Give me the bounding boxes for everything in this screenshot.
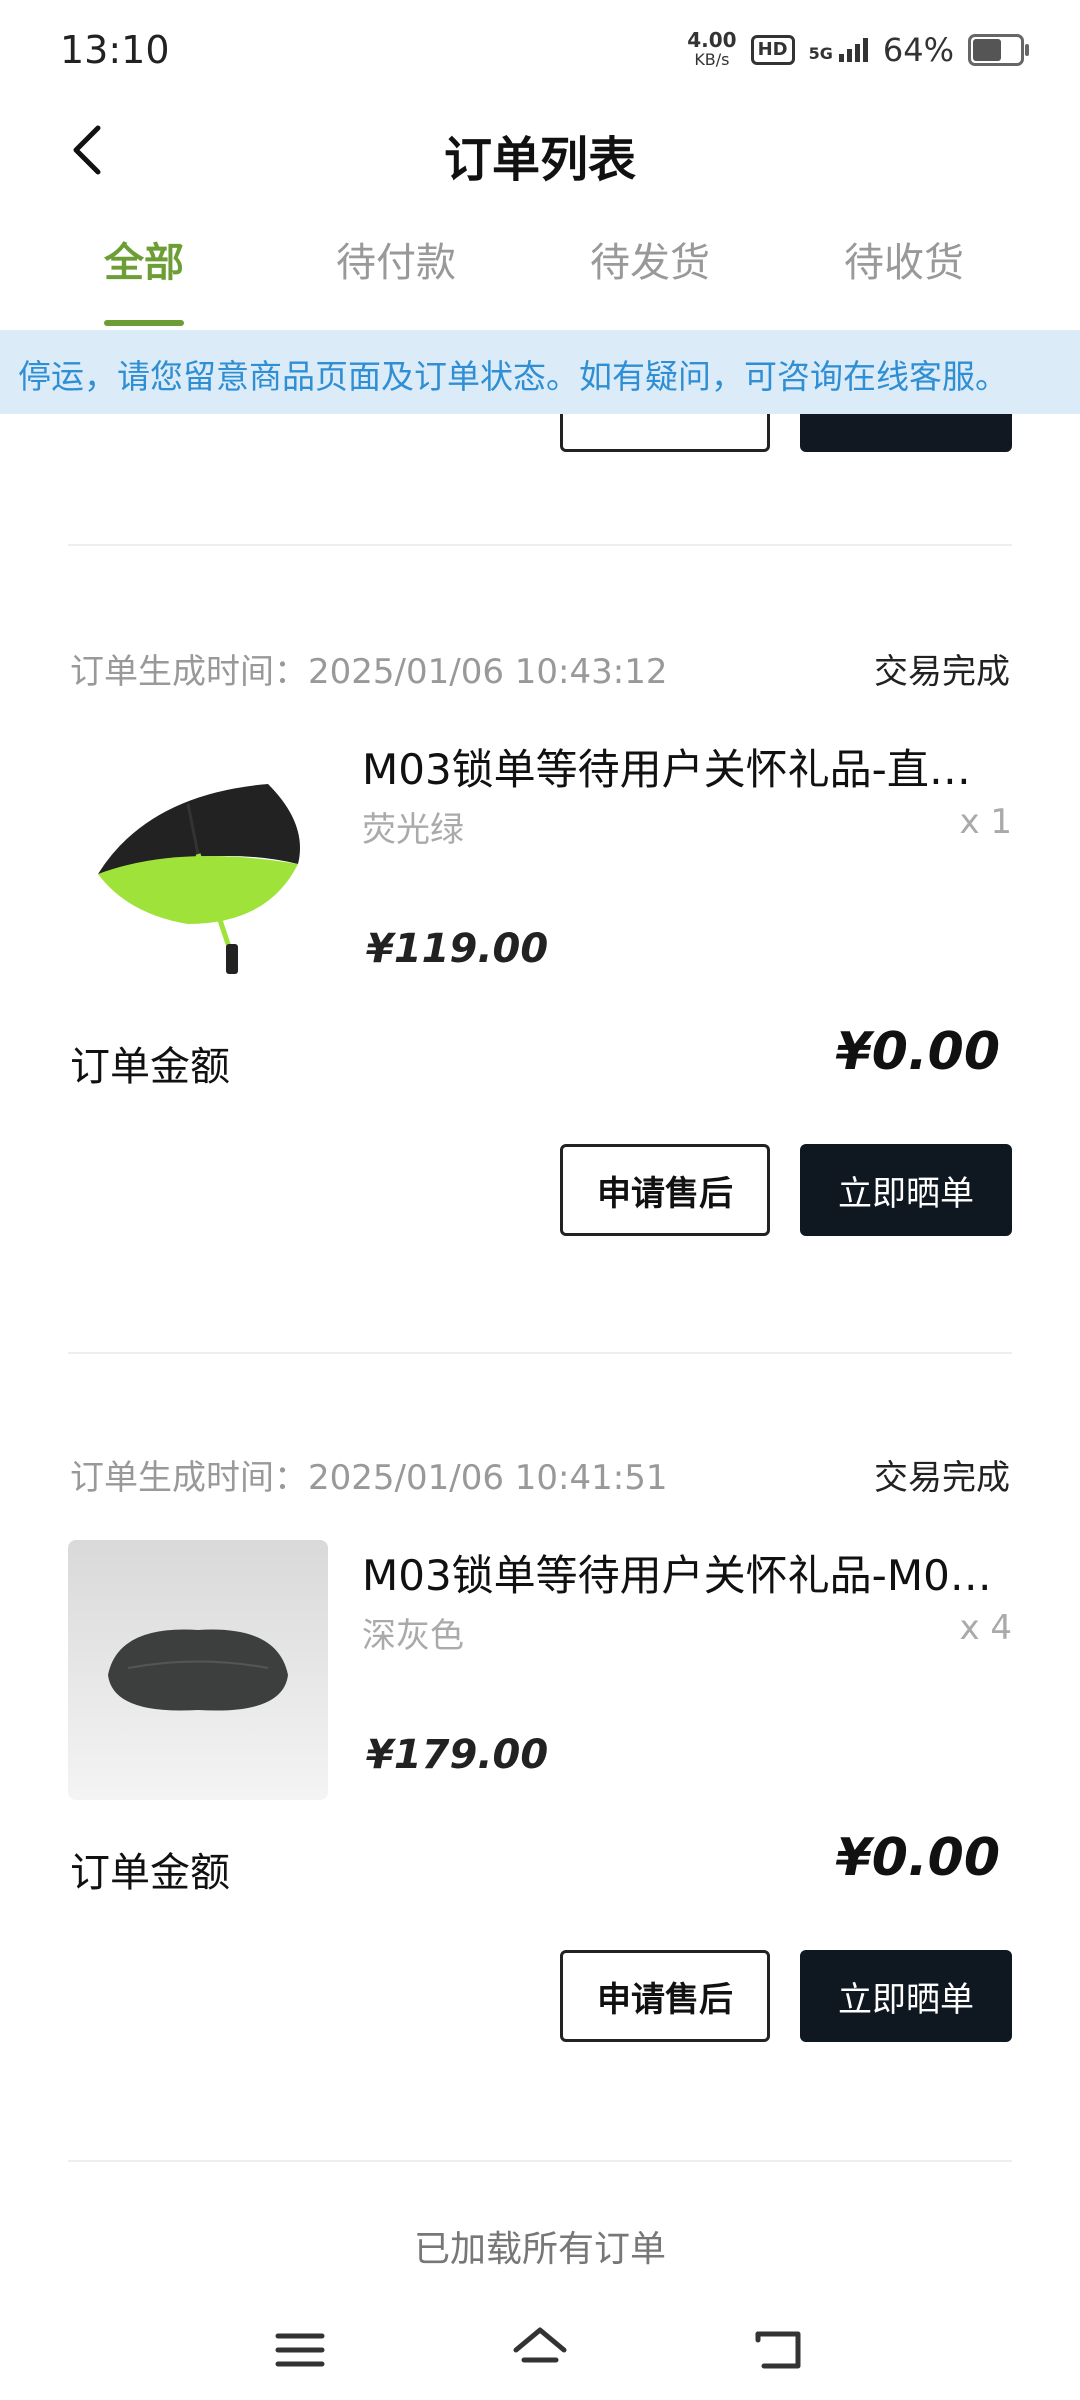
back-icon bbox=[755, 2331, 801, 2369]
order-amount-label: 订单金额 bbox=[70, 1850, 230, 1896]
share-order-button[interactable]: 立即晒单 bbox=[800, 1950, 1012, 2042]
order-tabs: 全部 待付款 待发货 待收货 bbox=[0, 220, 1080, 330]
network-speed: 4.00 KB/s bbox=[687, 30, 736, 70]
product-title[interactable]: M03锁单等待用户关怀礼品-M0… bbox=[362, 1542, 1012, 1603]
system-nav-bar bbox=[0, 2300, 1080, 2400]
order-time: 订单生成时间：2025/01/06 10:43:12 bbox=[70, 652, 668, 692]
home-nav-button[interactable] bbox=[510, 2320, 570, 2380]
back-nav-button[interactable] bbox=[750, 2320, 810, 2380]
divider bbox=[68, 544, 1012, 546]
product-title[interactable]: M03锁单等待用户关怀礼品-直… bbox=[362, 736, 1012, 797]
home-icon bbox=[513, 2327, 567, 2363]
signal-icon: 5G bbox=[809, 38, 869, 62]
product-image-umbrella[interactable] bbox=[68, 734, 328, 994]
share-order-button[interactable]: 立即晒单 bbox=[800, 1144, 1012, 1236]
tab-all[interactable]: 全部 bbox=[44, 230, 244, 288]
menu-nav-button[interactable] bbox=[270, 2320, 330, 2380]
notice-banner: 停运，请您留意商品页面及订单状态。如有疑问，可咨询在线客服。 bbox=[0, 330, 1080, 414]
menu-icon bbox=[275, 2333, 325, 2367]
order-status: 交易完成 bbox=[874, 652, 1010, 692]
battery-icon bbox=[968, 34, 1029, 66]
product-spec: 深灰色 bbox=[362, 1616, 464, 1656]
order-amount-value: ¥0.00 bbox=[835, 1828, 1000, 1888]
network-speed-value: 4.00 bbox=[687, 28, 737, 52]
status-time: 13:10 bbox=[60, 28, 170, 72]
notice-text: 停运，请您留意商品页面及订单状态。如有疑问，可咨询在线客服。 bbox=[18, 357, 1008, 396]
after-sale-button[interactable]: 申请售后 bbox=[560, 1144, 770, 1236]
order-amount-label: 订单金额 bbox=[70, 1044, 230, 1090]
status-bar: 13:10 4.00 KB/s HD 5G 64% bbox=[0, 0, 1080, 100]
divider bbox=[68, 2160, 1012, 2162]
status-icons: 4.00 KB/s HD 5G 64% bbox=[687, 30, 1029, 70]
product-price: ¥119.00 bbox=[366, 926, 549, 972]
order-time: 订单生成时间：2025/01/06 10:41:51 bbox=[70, 1458, 668, 1498]
order-status: 交易完成 bbox=[874, 1458, 1010, 1498]
order-amount-value: ¥0.00 bbox=[835, 1022, 1000, 1082]
after-sale-button[interactable]: 申请售后 bbox=[560, 1950, 770, 2042]
product-price: ¥179.00 bbox=[366, 1732, 549, 1778]
header: 订单列表 bbox=[0, 100, 1080, 200]
tab-pending-receipt[interactable]: 待收货 bbox=[804, 230, 1004, 288]
all-orders-loaded-text: 已加载所有订单 bbox=[413, 2229, 666, 2270]
product-quantity: x 4 bbox=[959, 1608, 1012, 1648]
tab-pending-payment[interactable]: 待付款 bbox=[296, 230, 496, 288]
battery-percent: 64% bbox=[882, 31, 954, 69]
page-title: 订单列表 bbox=[443, 132, 636, 188]
active-tab-indicator bbox=[104, 320, 184, 326]
divider bbox=[68, 1352, 1012, 1354]
product-quantity: x 1 bbox=[959, 802, 1012, 842]
tab-pending-shipment[interactable]: 待发货 bbox=[550, 230, 750, 288]
hd-icon: HD bbox=[750, 35, 795, 65]
product-spec: 荧光绿 bbox=[362, 810, 464, 850]
battery-fill bbox=[973, 39, 1001, 61]
product-image-pillow[interactable] bbox=[68, 1540, 328, 1800]
network-speed-unit: KB/s bbox=[694, 50, 730, 69]
